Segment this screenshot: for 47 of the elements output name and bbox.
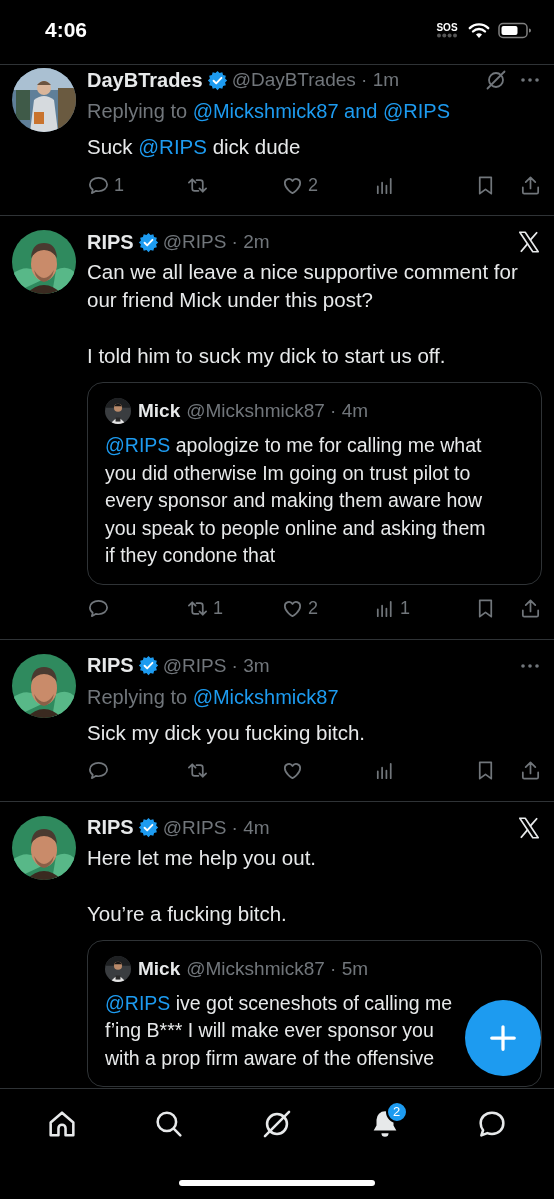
reply-icon[interactable] bbox=[87, 597, 110, 620]
wifi-icon bbox=[468, 21, 490, 39]
reply-icon[interactable] bbox=[87, 759, 110, 782]
handle-and-time: @RIPS · 3m bbox=[162, 654, 271, 677]
tweet-text: Here let me help you out. bbox=[87, 844, 318, 871]
user-name: Mick bbox=[138, 400, 181, 422]
battery-icon bbox=[498, 21, 532, 39]
mention-link[interactable]: @RIPS bbox=[105, 991, 171, 1014]
tweet-text: I told him to suck my dick to start us off. bbox=[87, 343, 447, 369]
user-name[interactable]: RIPS bbox=[87, 230, 134, 254]
handle-and-time: @Mickshmick87 · 4m bbox=[186, 400, 369, 422]
mention-link[interactable]: @RIPS bbox=[105, 434, 171, 456]
quoted-post-card[interactable] bbox=[87, 382, 542, 585]
mention-link[interactable]: @Mickshmick87 and @RIPS bbox=[192, 100, 450, 122]
mention-link[interactable]: @RIPS bbox=[138, 135, 207, 158]
action-count: 1 bbox=[400, 598, 410, 619]
x-logo-icon[interactable] bbox=[516, 814, 542, 841]
share-icon[interactable] bbox=[519, 173, 542, 197]
share-icon[interactable] bbox=[519, 759, 542, 782]
notification-badge: 2 bbox=[385, 1101, 408, 1123]
user-name[interactable]: DayBTrades bbox=[87, 68, 203, 92]
plus-icon bbox=[488, 1023, 518, 1053]
handle-and-time: @DayBTrades · 1m bbox=[231, 69, 401, 91]
share-icon[interactable] bbox=[519, 597, 542, 620]
tweet-text: Sick my dick you fucking bitch. bbox=[87, 719, 366, 746]
action-count: 1 bbox=[213, 598, 223, 619]
slashed-circle-icon[interactable] bbox=[484, 68, 508, 92]
action-count: 2 bbox=[308, 174, 318, 196]
sos-label: SOS bbox=[436, 22, 458, 33]
tweet-text: You’re a fucking bitch. bbox=[87, 900, 288, 927]
tweet-text: Can we all leave a nice supportive comment for our friend Mick under this post? bbox=[87, 259, 519, 313]
tweet-text: Suck @RIPS dick dude bbox=[87, 134, 302, 160]
user-name[interactable]: RIPS bbox=[87, 816, 134, 839]
action-count: 1 bbox=[114, 174, 124, 196]
user-name: Mick bbox=[138, 957, 181, 980]
x-logo-icon[interactable] bbox=[516, 229, 542, 255]
handle-and-time: @RIPS · 2m bbox=[162, 231, 271, 253]
mention-link[interactable]: @Mickshmick87 bbox=[192, 685, 339, 708]
user-name[interactable]: RIPS bbox=[87, 654, 134, 677]
replying-to-text: Replying to @Mickshmick87 bbox=[87, 684, 340, 710]
signal-icon bbox=[436, 33, 458, 38]
handle-and-time: @RIPS · 4m bbox=[162, 816, 271, 839]
replying-to-text: Replying to @Mickshmick87 and @RIPS bbox=[87, 99, 451, 124]
quoted-text: @RIPS apologize to me for calling me what you did otherwise Im going on trust pilot to every sponsor and making them aware how you speak to people online and asking them if they condone that bbox=[105, 433, 487, 568]
status-time: 4:06 bbox=[45, 18, 89, 42]
action-count: 2 bbox=[308, 598, 318, 619]
handle-and-time: @Mickshmick87 · 5m bbox=[186, 957, 369, 980]
